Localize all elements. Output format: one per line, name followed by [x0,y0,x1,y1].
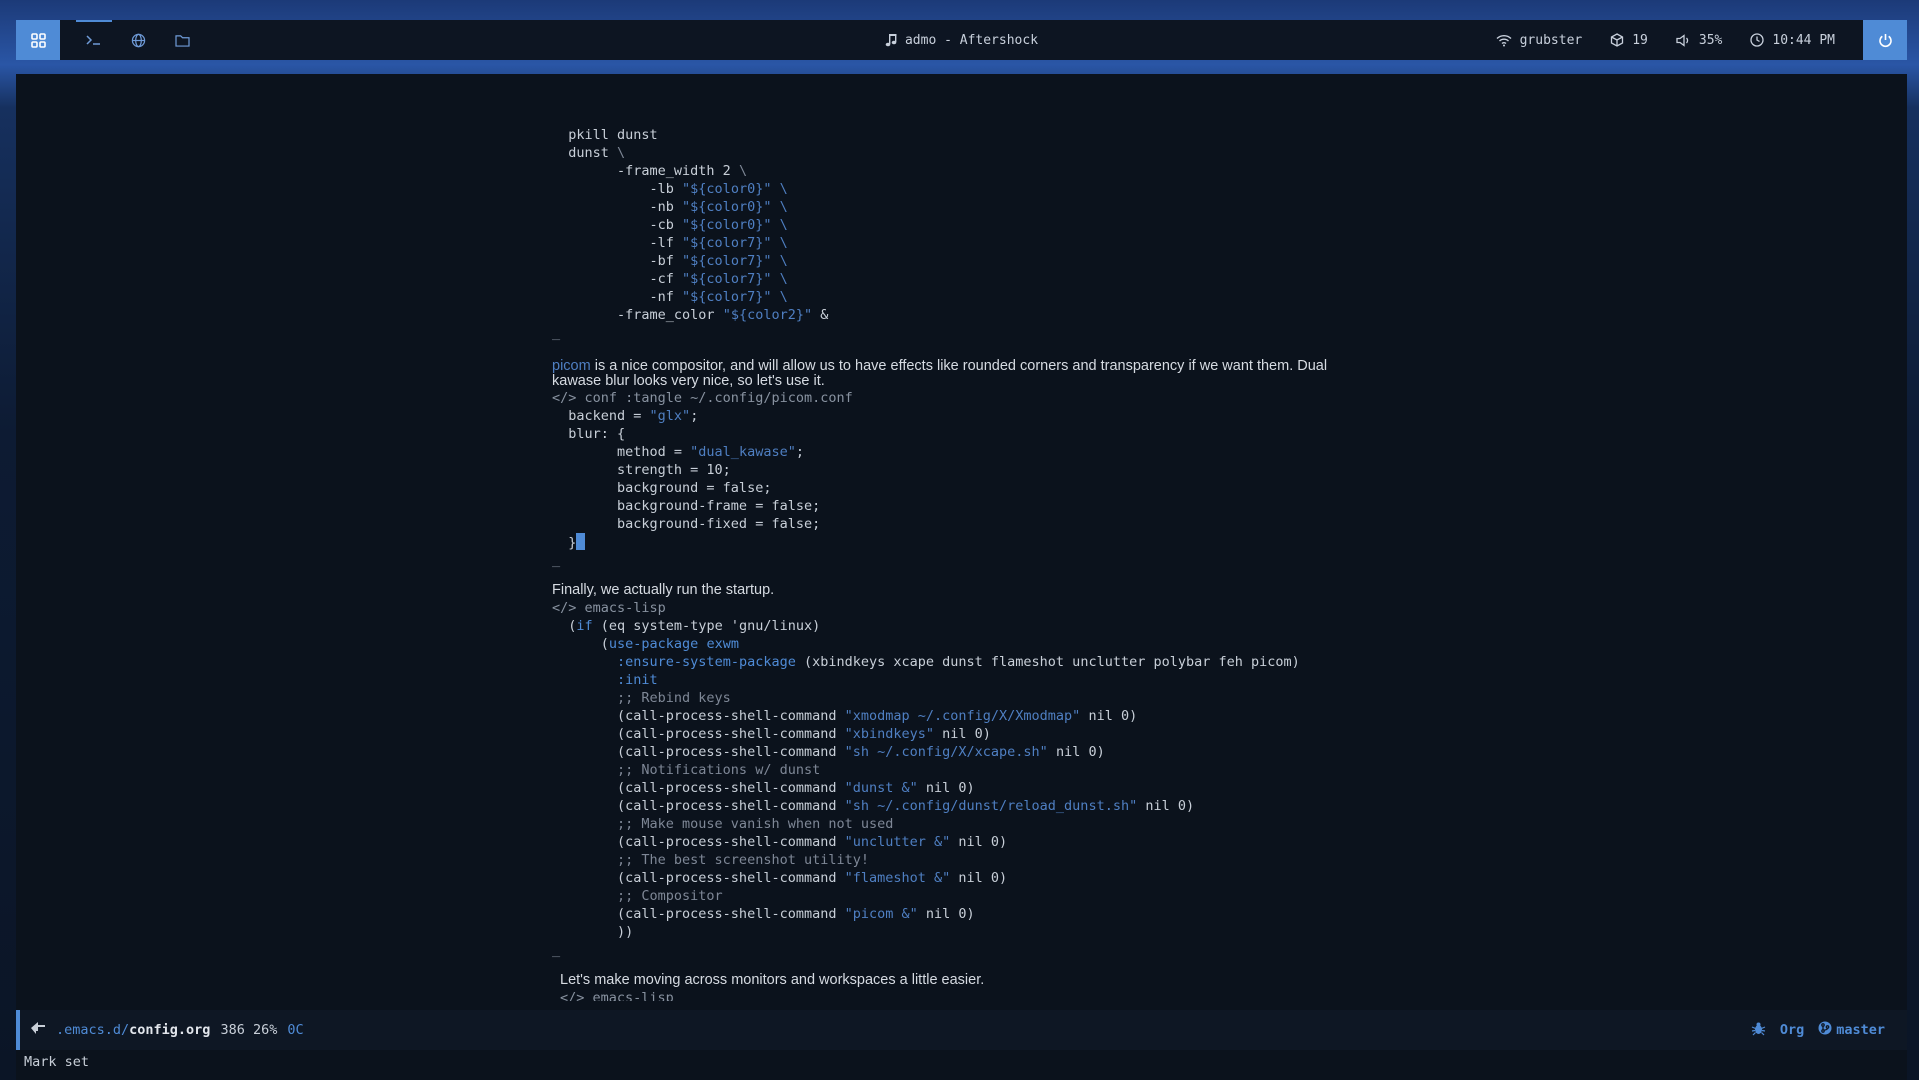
code-line: (call-process-shell-command "sh ~/.confi… [552,744,1105,760]
updates-module[interactable]: 19 [1610,33,1648,48]
code-line: -nb "${color0}" \ [552,199,788,215]
app-grid-button[interactable] [16,20,60,60]
src-block-header: </> emacs-lisp [552,600,666,616]
terminal-icon [86,34,102,46]
code-line: (if (eq system-type 'gnu/linux) [552,618,821,634]
modeline: .emacs.d/config.org 386 26% 0C Org maste… [16,1010,1907,1050]
code-line: -lf "${color7}" \ [552,235,788,251]
music-note-icon [885,33,897,47]
picom-link[interactable]: picom [552,358,591,374]
src-block-header: </> conf :tangle ~/.config/picom.conf [552,390,853,406]
code-line: )) [552,924,634,940]
code-line: background-frame = false; [552,498,821,514]
block-end: _ [552,325,561,341]
buffer-path[interactable]: .emacs.d/config.org [56,1022,210,1038]
globe-icon [131,33,146,48]
org-buffer[interactable]: pkill dunst dunst \ -frame_width 2 \ -lb… [552,126,1752,1001]
emacs-icon [30,1021,46,1039]
clock-time: 10:44 PM [1772,32,1835,48]
code-line: -nf "${color7}" \ [552,289,788,305]
code-line: :init [617,672,658,688]
buffer-position: 386 26% [220,1022,278,1038]
code-line: } [552,533,1752,551]
code-line: -bf "${color7}" \ [552,253,788,269]
clock-module[interactable]: 10:44 PM [1750,33,1835,48]
code-line: (call-process-shell-command "unclutter &… [552,834,1008,850]
emacs-window[interactable]: pkill dunst dunst \ -frame_width 2 \ -lb… [16,74,1907,1080]
code-line: strength = 10; [552,462,731,478]
vcs-branch[interactable]: master [1818,1021,1885,1039]
now-playing[interactable]: admo - Aftershock [885,33,1038,48]
top-bar: admo - Aftershock grubster 19 35% 10:44 … [16,20,1907,60]
code-comment: ;; Notifications w/ dunst [552,762,821,778]
code-line: :ensure-system-package (xbindkeys xcape … [617,654,1300,670]
package-icon [1610,33,1624,47]
code-comment: ;; Make mouse vanish when not used [552,816,894,832]
code-line: (call-process-shell-command "xmodmap ~/.… [552,708,1138,724]
src-block-header: </> emacs-lisp [560,990,674,1001]
major-mode[interactable]: Org [1780,1022,1804,1038]
workspace-files[interactable] [160,20,204,60]
code-line: (use-package exwm [552,636,739,652]
folder-icon [174,34,190,47]
wifi-icon [1496,34,1512,47]
volume-level: 35% [1698,32,1723,48]
wifi-network-name: grubster [1519,32,1583,48]
code-line: (call-process-shell-command "xbindkeys" … [552,726,991,742]
code-line: -cf "${color7}" \ [552,271,788,287]
code-comment: ;; The best screenshot utility! [552,852,869,868]
code-line: dunst \ [552,145,626,161]
code-line: method = "dual_kawase"; [552,444,804,460]
paragraph-startup: Finally, we actually run the startup. [552,582,775,598]
grid-icon [30,32,46,48]
code-line: blur: { [552,426,626,442]
code-line: backend = "glx"; [552,408,699,424]
code-line: background = false; [552,480,772,496]
code-line: pkill dunst [552,127,658,143]
git-branch-icon [1818,1021,1832,1039]
code-line: (call-process-shell-command "flameshot &… [552,870,1008,886]
updates-count: 19 [1632,32,1648,48]
clock-icon [1750,33,1765,47]
workspace-browser[interactable] [116,20,160,60]
paragraph-monitors: Let's make moving across monitors and wo… [560,972,985,988]
code-line: -cb "${color0}" \ [552,217,788,233]
text-cursor [576,533,586,550]
wifi-module[interactable]: grubster [1496,32,1583,48]
code-line: background-fixed = false; [552,516,821,532]
now-playing-title: admo - Aftershock [904,32,1039,48]
code-line: -frame_width 2 \ [552,163,748,179]
code-line: (call-process-shell-command "sh ~/.confi… [552,798,1195,814]
code-line: -frame_color "${color2}" & [552,307,829,323]
code-comment: ;; Rebind keys [552,690,731,706]
power-button[interactable] [1863,20,1907,60]
workspace-terminal[interactable] [72,20,116,60]
echo-area: Mark set [24,1054,90,1070]
code-line: (call-process-shell-command "dunst &" ni… [552,780,975,796]
column-number: 0C [287,1022,304,1038]
branch-name: master [1836,1022,1885,1038]
block-end: _ [552,552,561,568]
block-end: _ [552,942,561,958]
power-icon [1878,33,1893,48]
code-comment: ;; Compositor [552,888,723,904]
code-line: -lb "${color0}" \ [552,181,788,197]
volume-module[interactable]: 35% [1676,33,1722,48]
speaker-icon [1676,33,1691,47]
code-line: (call-process-shell-command "picom &" ni… [552,906,975,922]
paragraph-picom: picom is a nice compositor, and will all… [552,358,1328,389]
bug-icon[interactable] [1751,1021,1766,1040]
